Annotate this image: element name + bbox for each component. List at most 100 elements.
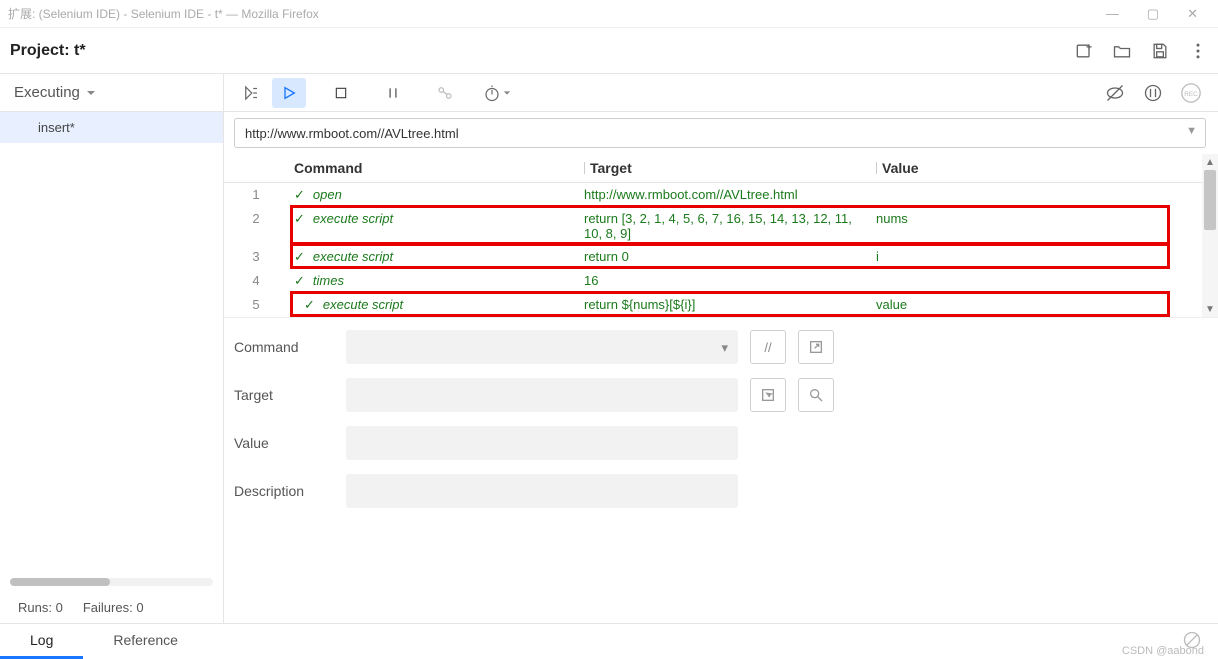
tests-header-label: Executing [14, 84, 80, 101]
stop-button[interactable] [324, 78, 358, 108]
row-number: 2 [224, 211, 288, 226]
detail-value-label: Value [234, 435, 334, 451]
failures-stat: Failures: 0 [83, 600, 144, 615]
project-label: Project: [10, 42, 70, 59]
command-text: times [313, 273, 344, 288]
command-table-wrap: Command Target Value 1✓openhttp://www.rm… [224, 154, 1218, 317]
select-target-button[interactable] [750, 378, 786, 412]
command-rows: 1✓openhttp://www.rmboot.com//AVLtree.htm… [224, 183, 1202, 317]
command-text: execute script [323, 297, 403, 312]
maximize-button[interactable]: ▢ [1147, 6, 1159, 22]
detail-command-input[interactable]: ▾ [346, 330, 738, 364]
chevron-down-icon[interactable]: ▼ [1186, 125, 1197, 137]
scroll-thumb[interactable] [1204, 170, 1216, 230]
save-project-icon[interactable] [1150, 41, 1170, 61]
more-menu-icon[interactable] [1188, 41, 1208, 61]
pause-on-exceptions-button[interactable] [1136, 78, 1170, 108]
svg-text:REC: REC [1184, 90, 1198, 97]
tab-log[interactable]: Log [0, 624, 83, 659]
command-cell: ✓ open [288, 187, 584, 203]
check-icon: ✓ [294, 187, 305, 203]
base-url-value: http://www.rmboot.com//AVLtree.html [245, 126, 459, 141]
col-value: Value [876, 160, 1176, 176]
command-cell: ✓ execute script [288, 249, 584, 265]
project-label-wrap: Project: t* [10, 42, 86, 60]
command-header: Command Target Value [224, 154, 1202, 183]
scroll-up-icon[interactable]: ▲ [1202, 154, 1218, 170]
project-header: Project: t* [0, 28, 1218, 74]
window-title: 扩展: (Selenium IDE) - Selenium IDE - t* —… [8, 5, 319, 22]
new-project-icon[interactable] [1074, 41, 1094, 61]
scroll-track[interactable] [1202, 170, 1218, 301]
chevron-down-icon[interactable]: ▾ [721, 340, 728, 356]
table-row[interactable]: 4 ✓ times 16 [224, 269, 1202, 293]
check-icon: ✓ [294, 211, 305, 227]
detail-target-input[interactable] [346, 378, 738, 412]
check-icon: ✓ [294, 273, 305, 289]
value-cell: value [876, 297, 1176, 312]
target-cell: http://www.rmboot.com//AVLtree.html [584, 187, 876, 202]
test-list: insert* [0, 112, 223, 570]
target-cell: return [3, 2, 1, 4, 5, 6, 7, 16, 15, 14,… [584, 211, 876, 241]
sidebar-hscroll-thumb[interactable] [10, 578, 110, 586]
target-cell: 16 [584, 273, 876, 288]
minimize-button[interactable]: — [1106, 6, 1119, 22]
command-text: open [313, 187, 342, 202]
url-row: http://www.rmboot.com//AVLtree.html ▼ [224, 112, 1218, 154]
row-number: 5 [224, 297, 288, 312]
toggle-comment-button[interactable]: // [750, 330, 786, 364]
table-row[interactable]: 3✓execute scriptreturn 0i [224, 245, 1202, 269]
open-reference-button[interactable] [798, 330, 834, 364]
test-item-insert[interactable]: insert* [0, 112, 223, 143]
row-number: 4 [224, 273, 288, 288]
table-row[interactable]: 1✓openhttp://www.rmboot.com//AVLtree.htm… [224, 183, 1202, 207]
table-row[interactable]: 2 ✓ execute script return [3, 2, 1, 4, 5, 6… [224, 207, 1202, 245]
step-over-button[interactable] [428, 78, 462, 108]
titlebar: 扩展: (Selenium IDE) - Selenium IDE - t* —… [0, 0, 1218, 28]
sidebar-hscrollbar[interactable] [10, 578, 213, 586]
test-item-label: insert* [38, 120, 75, 135]
close-button[interactable]: ✕ [1187, 6, 1198, 22]
main-split: Executing insert* Runs: 0 Failures: 0 [0, 74, 1218, 623]
run-current-button[interactable] [272, 78, 306, 108]
command-text: execute script [313, 211, 393, 226]
value-cell: i [876, 249, 1176, 264]
speed-button[interactable] [480, 78, 514, 108]
disable-breakpoints-button[interactable] [1098, 78, 1132, 108]
detail-value-row: Value [234, 426, 1208, 460]
run-stats: Runs: 0 Failures: 0 [10, 596, 213, 619]
run-all-button[interactable] [234, 78, 268, 108]
project-toolbar [1074, 41, 1208, 61]
project-name: t* [74, 42, 86, 59]
detail-command-row: Command ▾ // [234, 330, 1208, 364]
target-cell: return ${nums}[${i}] [584, 297, 876, 312]
value-cell: nums [876, 211, 1176, 226]
sidebar-footer: Runs: 0 Failures: 0 [0, 570, 223, 623]
open-project-icon[interactable] [1112, 41, 1132, 61]
detail-target-label: Target [234, 387, 334, 403]
table-row[interactable]: 5✓execute scriptreturn ${nums}[${i}]valu… [224, 293, 1202, 317]
col-target: Target [584, 160, 876, 176]
command-vscrollbar[interactable]: ▲ ▼ [1202, 154, 1218, 317]
command-detail-form: Command ▾ // Target Value [224, 317, 1218, 512]
chevron-down-icon [86, 88, 96, 98]
tests-header[interactable]: Executing [0, 74, 223, 112]
detail-command-label: Command [234, 339, 334, 355]
window-controls: — ▢ ✕ [1106, 6, 1210, 22]
pause-button[interactable] [376, 78, 410, 108]
check-icon: ✓ [294, 249, 305, 265]
runs-stat: Runs: 0 [18, 600, 63, 615]
detail-description-row: Description [234, 474, 1208, 508]
detail-target-row: Target [234, 378, 1208, 412]
detail-description-label: Description [234, 483, 334, 499]
target-cell: return 0 [584, 249, 876, 264]
record-button[interactable]: REC [1174, 78, 1208, 108]
detail-value-input[interactable] [346, 426, 738, 460]
find-target-button[interactable] [798, 378, 834, 412]
base-url-input[interactable]: http://www.rmboot.com//AVLtree.html ▼ [234, 118, 1206, 148]
scroll-down-icon[interactable]: ▼ [1202, 301, 1218, 317]
tab-reference[interactable]: Reference [83, 624, 208, 659]
bottom-tabs: Log Reference CSDN @aabond [0, 623, 1218, 659]
detail-description-input[interactable] [346, 474, 738, 508]
command-text: execute script [313, 249, 393, 264]
